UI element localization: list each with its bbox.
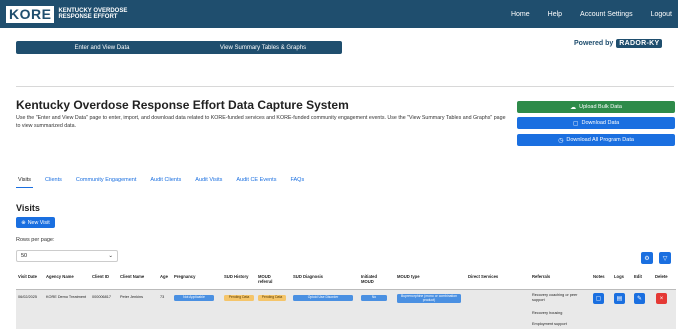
cloud-upload-icon: ☁: [570, 104, 577, 111]
column-settings-button[interactable]: ⚙: [641, 252, 653, 264]
sud-diagnosis-badge: Opioid Use Disorder: [293, 295, 353, 301]
nav-help-link[interactable]: Help: [548, 11, 562, 18]
col-notes[interactable]: Notes: [593, 274, 605, 279]
cell-age: 73: [160, 295, 165, 299]
clock-icon: ◷: [558, 137, 564, 144]
table-row[interactable]: 06/02/2025 KORE Demo Treatment 000006817…: [16, 290, 676, 329]
cell-referral-2: Recovery housing: [532, 311, 563, 315]
tab-audit-ce-events[interactable]: Audit CE Events: [234, 177, 278, 188]
visits-heading: Visits: [16, 203, 40, 213]
cell-referral-3: Employment support: [532, 322, 567, 326]
file-icon: ▢: [572, 120, 579, 127]
log-icon: ▤: [616, 296, 623, 302]
col-referrals[interactable]: Referrals: [532, 274, 550, 279]
col-sud-diagnosis[interactable]: SUD Diagnosis: [293, 274, 323, 279]
col-client-id[interactable]: Client ID: [92, 274, 109, 279]
visits-table-header: Visit Date Agency Name Client ID Client …: [16, 272, 676, 290]
tab-audit-clients[interactable]: Audit Clients: [148, 177, 183, 188]
col-sud-history[interactable]: SUD History: [224, 274, 248, 279]
note-icon: ▢: [595, 296, 602, 302]
plus-circle-icon: ⊕: [21, 219, 26, 226]
sud-history-badge: Pending Data: [224, 295, 254, 301]
chevron-down-icon: ⌄: [108, 253, 113, 259]
enter-view-data-button[interactable]: Enter and View Data: [16, 41, 188, 54]
moud-referral-badge: Pending Data: [258, 295, 286, 301]
logs-button[interactable]: ▤: [614, 293, 625, 304]
powered-by: Powered by RADOR-KY: [574, 39, 663, 48]
tab-community-engagement[interactable]: Community Engagement: [74, 177, 139, 188]
initiated-moud-badge: No: [361, 295, 387, 301]
tab-faqs[interactable]: FAQs: [288, 177, 306, 188]
col-pregnancy[interactable]: Pregnancy: [174, 274, 195, 279]
logo-subtitle: KENTUCKY OVERDOSE RESPONSE EFFORT: [58, 7, 128, 21]
col-agency-name[interactable]: Agency Name: [46, 274, 74, 279]
col-visit-date[interactable]: Visit Date: [18, 274, 37, 279]
rows-per-page-value: 50: [21, 253, 28, 259]
close-icon: ×: [659, 295, 664, 302]
col-direct-services[interactable]: Direct Services: [468, 274, 498, 279]
download-all-label: Download All Program Data: [566, 137, 634, 143]
cell-visit-date: 06/02/2025: [18, 295, 38, 299]
col-client-name[interactable]: Client Name: [120, 274, 144, 279]
nav-account-settings-link[interactable]: Account Settings: [580, 11, 633, 18]
filter-button[interactable]: ▽: [659, 252, 671, 264]
kore-logo[interactable]: KORE KENTUCKY OVERDOSE RESPONSE EFFORT: [6, 3, 128, 25]
cell-client-id: 000006817: [92, 295, 112, 299]
nav-home-link[interactable]: Home: [511, 11, 530, 18]
moud-type-badge: Buprenorphine (mono or combination produ…: [397, 294, 461, 303]
powered-by-label: Powered by: [574, 40, 614, 47]
cell-referral-1: Recovery coaching or peer support: [532, 293, 578, 302]
rador-logo: RADOR-KY: [616, 39, 663, 48]
page-title: Kentucky Overdose Response Effort Data C…: [16, 98, 349, 112]
page-description: Use the "Enter and View Data" page to en…: [16, 115, 506, 129]
upload-bulk-data-button[interactable]: ☁ Upload Bulk Data: [517, 101, 675, 113]
pencil-icon: ✎: [636, 296, 643, 302]
col-edit[interactable]: Edit: [634, 274, 642, 279]
gear-icon: ⚙: [644, 255, 650, 262]
logo-mark: KORE: [6, 5, 55, 23]
view-summary-button[interactable]: View Summary Tables & Graphs: [184, 41, 342, 54]
upload-bulk-data-label: Upload Bulk Data: [579, 104, 622, 110]
nav-logout-link[interactable]: Logout: [651, 11, 672, 18]
download-data-button[interactable]: ▢ Download Data: [517, 117, 675, 129]
filter-icon: ▽: [662, 255, 668, 262]
notes-button[interactable]: ▢: [593, 293, 604, 304]
nav-links: Home Help Account Settings Logout: [493, 0, 672, 28]
download-data-label: Download Data: [581, 120, 620, 126]
cell-agency-name: KORE Demo Treatment: [46, 295, 87, 299]
col-logs[interactable]: Logs: [614, 274, 624, 279]
tab-visits[interactable]: Visits: [16, 177, 34, 188]
rows-per-page-label: Rows per page:: [16, 237, 55, 243]
tab-clients[interactable]: Clients: [43, 177, 64, 188]
col-delete[interactable]: Delete: [655, 274, 668, 279]
cell-client-name: Peter Jenkins: [120, 295, 144, 299]
tab-audit-visits[interactable]: Audit Visits: [193, 177, 224, 188]
delete-button[interactable]: ×: [656, 293, 667, 304]
tab-bar: Visits Clients Community Engagement Audi…: [16, 177, 316, 188]
pregnancy-badge: Not Applicable: [174, 295, 214, 301]
divider: [16, 86, 674, 87]
col-age[interactable]: Age: [160, 274, 168, 279]
new-visit-button[interactable]: ⊕ New Visit: [16, 217, 55, 228]
rows-per-page-select[interactable]: 50 ⌄: [16, 250, 118, 262]
col-moud-referral[interactable]: MOUD referral: [258, 274, 282, 284]
col-initiated-moud[interactable]: Initiated MOUD: [361, 274, 387, 284]
col-moud-type[interactable]: MOUD type: [397, 274, 420, 279]
new-visit-label: New Visit: [27, 219, 50, 226]
download-all-program-data-button[interactable]: ◷ Download All Program Data: [517, 134, 675, 146]
top-navbar: KORE KENTUCKY OVERDOSE RESPONSE EFFORT H…: [0, 0, 678, 28]
edit-button[interactable]: ✎: [634, 293, 645, 304]
